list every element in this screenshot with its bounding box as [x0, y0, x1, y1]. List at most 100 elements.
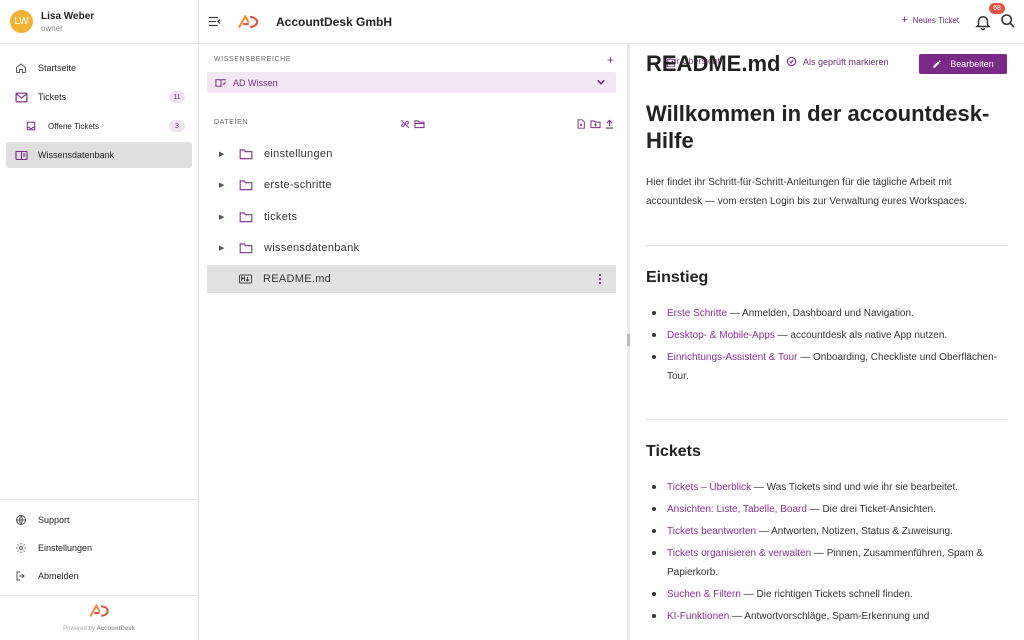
tickets-count-badge: 11	[169, 91, 185, 103]
user-profile[interactable]: LW Lisa Weber owner	[0, 0, 198, 44]
pencil-icon	[933, 60, 941, 68]
kb-select[interactable]: AD Wissen	[207, 72, 616, 93]
tree-item-label: erste-schritte	[264, 179, 332, 192]
tree-folder-wissensdatenbank[interactable]: ▶ wissensdatenbank	[207, 234, 616, 262]
doc-link[interactable]: Erste Schritte	[667, 308, 727, 319]
files-section-label: DATEIEN	[214, 119, 249, 126]
avatar[interactable]: LW	[10, 10, 33, 33]
doc-link[interactable]: KI-Funktionen	[667, 611, 729, 622]
folder-icon	[239, 243, 253, 254]
folder-open-icon[interactable]	[414, 119, 425, 129]
sidebar-item-offene-tickets[interactable]: Offene Tickets 3	[6, 113, 192, 139]
unlink-icon[interactable]	[400, 119, 410, 129]
page-title: Willkommen in der accountdesk-Hilfe	[646, 101, 990, 153]
main-nav: Startseite Tickets 11 Offene Tickets 3 W…	[0, 44, 198, 168]
top-bar: AccountDesk GmbH + Neues Ticket 68	[199, 0, 1024, 44]
sidebar-item-tickets[interactable]: Tickets 11	[6, 84, 192, 110]
caret-right-icon[interactable]: ▶	[219, 213, 227, 221]
search-icon[interactable]	[1000, 13, 1016, 29]
company-name: AccountDesk GmbH	[276, 14, 393, 29]
caret-right-icon[interactable]: ▶	[219, 181, 227, 189]
check-circle-icon	[786, 56, 797, 67]
edit-label: Bearbeiten	[950, 59, 994, 69]
list-item: Erste Schritte — Anmelden, Dashboard und…	[646, 304, 1008, 323]
sidebar-item-einstellungen[interactable]: Einstellungen	[6, 535, 192, 561]
list-item: Einrichtungs-Assistent & Tour — Onboardi…	[646, 348, 1008, 386]
list-item: Ansichten: Liste, Tabelle, Board — Die d…	[646, 500, 1008, 519]
intro-paragraph: Hier findet ihr Schritt-für-Schritt-Anle…	[646, 177, 968, 207]
doc-link[interactable]: Ansichten: Liste, Tabelle, Board	[667, 504, 807, 515]
section-list: Erste Schritte — Anmelden, Dashboard und…	[646, 304, 1008, 386]
new-file-icon[interactable]	[576, 119, 586, 129]
open-tickets-count-badge: 3	[169, 120, 185, 132]
document-panel: Zur Übersicht README.md Als geprüft mark…	[630, 44, 1024, 640]
sidebar-item-abmelden[interactable]: Abmelden	[6, 563, 192, 589]
tree-file-readme[interactable]: README.md	[207, 265, 616, 294]
new-ticket-button[interactable]: + Neues Ticket	[901, 14, 959, 26]
tree-folder-tickets[interactable]: ▶ tickets	[207, 203, 616, 231]
tree-item-label: tickets	[264, 210, 298, 223]
list-item: Tickets organisieren & verwalten — Pinne…	[646, 544, 1008, 582]
link-description: — Antwortvorschläge, Spam-Erkennung und	[729, 611, 930, 622]
document-filename: README.md	[646, 51, 781, 76]
caret-right-icon[interactable]: ▶	[219, 150, 227, 158]
edit-button[interactable]: Bearbeiten	[919, 54, 1007, 74]
inbox-icon	[26, 121, 36, 131]
tree-folder-erste-schritte[interactable]: ▶ erste-schritte	[207, 171, 616, 199]
powered-prefix: Powered by	[63, 626, 95, 632]
powered-by-text: Powered by AccountDesk	[0, 626, 198, 632]
section-list: Tickets – Überblick — Was Tickets sind u…	[646, 478, 1008, 626]
link-description: — Die richtigen Tickets schnell finden.	[740, 589, 913, 600]
doc-link[interactable]: Desktop- & Mobile-Apps	[667, 330, 775, 341]
doc-link[interactable]: Einrichtungs-Assistent & Tour	[667, 352, 797, 363]
sidebar-item-label: Startseite	[38, 63, 77, 73]
link-description: — Anmelden, Dashboard und Navigation.	[727, 308, 914, 319]
doc-link[interactable]: Tickets – Überblick	[667, 482, 751, 493]
new-ticket-label: Neues Ticket	[912, 15, 959, 25]
globe-icon	[14, 513, 28, 527]
book-icon	[215, 78, 227, 87]
list-item: Tickets – Überblick — Was Tickets sind u…	[646, 478, 1008, 497]
sidebar-item-support[interactable]: Support	[6, 507, 192, 533]
sidebar-item-label: Tickets	[38, 92, 67, 102]
upload-icon[interactable]	[605, 119, 614, 129]
mark-reviewed-label: Als geprüft markieren	[803, 56, 889, 67]
user-info: Lisa Weber owner	[41, 11, 94, 33]
add-kb-icon[interactable]: +	[607, 53, 614, 67]
plus-icon: +	[901, 14, 908, 26]
app-root: LW Lisa Weber owner Startseite Tickets 1…	[0, 0, 1024, 640]
divider	[646, 245, 1008, 246]
link-description: — Die drei Ticket-Ansichten.	[806, 504, 936, 515]
tree-item-label: wissensdatenbank	[264, 241, 360, 254]
kb-section-label: WISSENSBEREICHE	[214, 56, 292, 63]
sidebar-item-label: Offene Tickets	[48, 121, 99, 131]
folder-icon	[239, 149, 253, 160]
sidebar-item-label: Abmelden	[38, 571, 79, 581]
link-description: — accountdesk als native App nutzen.	[774, 330, 948, 341]
more-options-icon[interactable]	[598, 273, 602, 285]
markdown-icon	[239, 274, 252, 284]
sidebar-item-startseite[interactable]: Startseite	[6, 55, 192, 81]
folder-icon	[239, 211, 253, 222]
powered-by: Powered by AccountDesk	[0, 595, 198, 640]
new-folder-icon[interactable]	[590, 119, 601, 129]
doc-link[interactable]: Tickets beantworten	[667, 526, 756, 537]
bell-icon[interactable]	[974, 13, 992, 31]
mail-icon	[14, 90, 28, 104]
menu-collapse-icon[interactable]	[207, 14, 223, 30]
tree-folder-einstellungen[interactable]: ▶ einstellungen	[207, 140, 616, 168]
kb-selected-label: AD Wissen	[233, 77, 278, 88]
home-icon	[14, 61, 28, 75]
user-role: owner	[41, 23, 63, 33]
file-browser-panel: WISSENSBEREICHE + AD Wissen DATEIEN ▶ ei…	[199, 44, 627, 640]
mark-reviewed-button[interactable]: Als geprüft markieren	[786, 56, 889, 67]
doc-link[interactable]: Suchen & Filtern	[667, 589, 741, 600]
folder-icon	[239, 180, 253, 191]
accountdesk-logo	[237, 14, 259, 28]
sidebar-item-wissensdatenbank[interactable]: Wissensdatenbank	[6, 142, 192, 168]
accountdesk-logo	[89, 603, 109, 617]
book-icon	[14, 148, 28, 162]
doc-link[interactable]: Tickets organisieren & verwalten	[667, 548, 811, 559]
caret-right-icon[interactable]: ▶	[219, 244, 227, 252]
list-item: Suchen & Filtern — Die richtigen Tickets…	[646, 585, 1008, 604]
